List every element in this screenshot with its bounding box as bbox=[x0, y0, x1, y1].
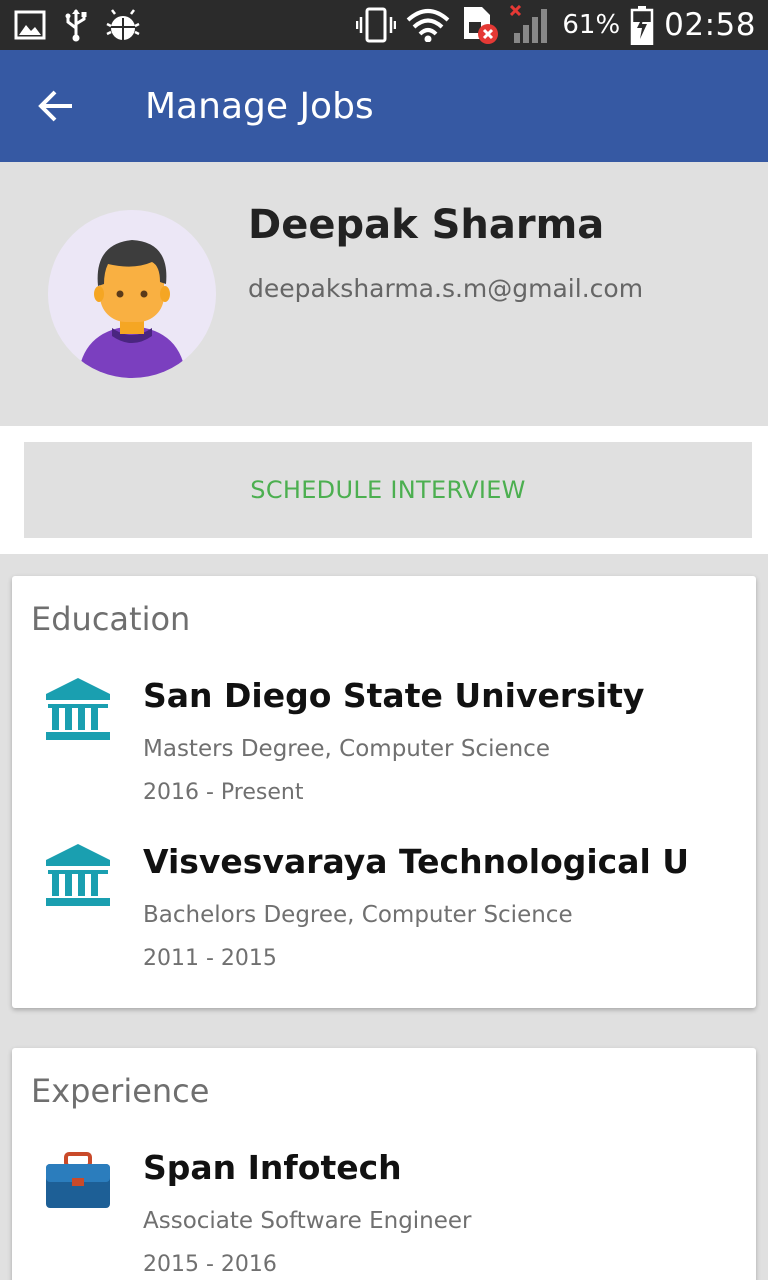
institution-icon bbox=[44, 842, 112, 910]
image-icon bbox=[14, 10, 46, 40]
dates: 2011 - 2015 bbox=[143, 946, 277, 971]
usb-icon bbox=[64, 8, 88, 42]
avatar bbox=[48, 210, 216, 378]
education-card: Education San Diego State University Mas… bbox=[12, 576, 756, 1008]
status-bar: 61% 02:58 bbox=[0, 0, 768, 50]
page-title: Manage Jobs bbox=[145, 85, 374, 127]
status-bar-right: 61% 02:58 bbox=[346, 5, 756, 45]
experience-title: Experience bbox=[31, 1072, 210, 1110]
experience-card: Experience Span Infotech Associate Softw… bbox=[12, 1048, 756, 1280]
dates: 2016 - Present bbox=[143, 780, 304, 805]
schedule-interview-button[interactable]: SCHEDULE INTERVIEW bbox=[24, 442, 752, 538]
company-name: Span Infotech bbox=[143, 1148, 402, 1187]
clock: 02:58 bbox=[664, 7, 756, 43]
school-name: Visvesvaraya Technological U bbox=[143, 842, 690, 881]
action-area: SCHEDULE INTERVIEW bbox=[0, 426, 768, 554]
android-debug-icon bbox=[106, 8, 140, 42]
signal-icon bbox=[510, 5, 552, 45]
battery-charging-icon bbox=[630, 5, 654, 45]
dates: 2015 - 2016 bbox=[143, 1252, 277, 1277]
profile-name: Deepak Sharma bbox=[248, 202, 605, 248]
battery-percent: 61% bbox=[562, 10, 621, 40]
arrow-back-icon bbox=[38, 90, 72, 122]
institution-icon bbox=[44, 676, 112, 744]
vibrate-icon bbox=[356, 7, 397, 43]
education-title: Education bbox=[31, 600, 191, 638]
job-role: Associate Software Engineer bbox=[143, 1208, 472, 1234]
person-avatar-icon bbox=[48, 210, 216, 378]
sim-error-icon bbox=[460, 5, 500, 45]
wifi-icon bbox=[406, 8, 450, 42]
back-button[interactable] bbox=[0, 50, 112, 162]
manage-jobs-screen: 61% 02:58 Manage Jobs Deepak Sharma deep… bbox=[0, 0, 768, 1280]
profile-header: Deepak Sharma deepaksharma.s.m@gmail.com bbox=[0, 162, 768, 426]
degree: Bachelors Degree, Computer Science bbox=[143, 902, 573, 928]
degree: Masters Degree, Computer Science bbox=[143, 736, 550, 762]
status-bar-left bbox=[14, 8, 158, 42]
profile-email: deepaksharma.s.m@gmail.com bbox=[248, 274, 644, 303]
app-bar: Manage Jobs bbox=[0, 50, 768, 162]
school-name: San Diego State University bbox=[143, 676, 645, 715]
briefcase-icon bbox=[44, 1148, 112, 1216]
